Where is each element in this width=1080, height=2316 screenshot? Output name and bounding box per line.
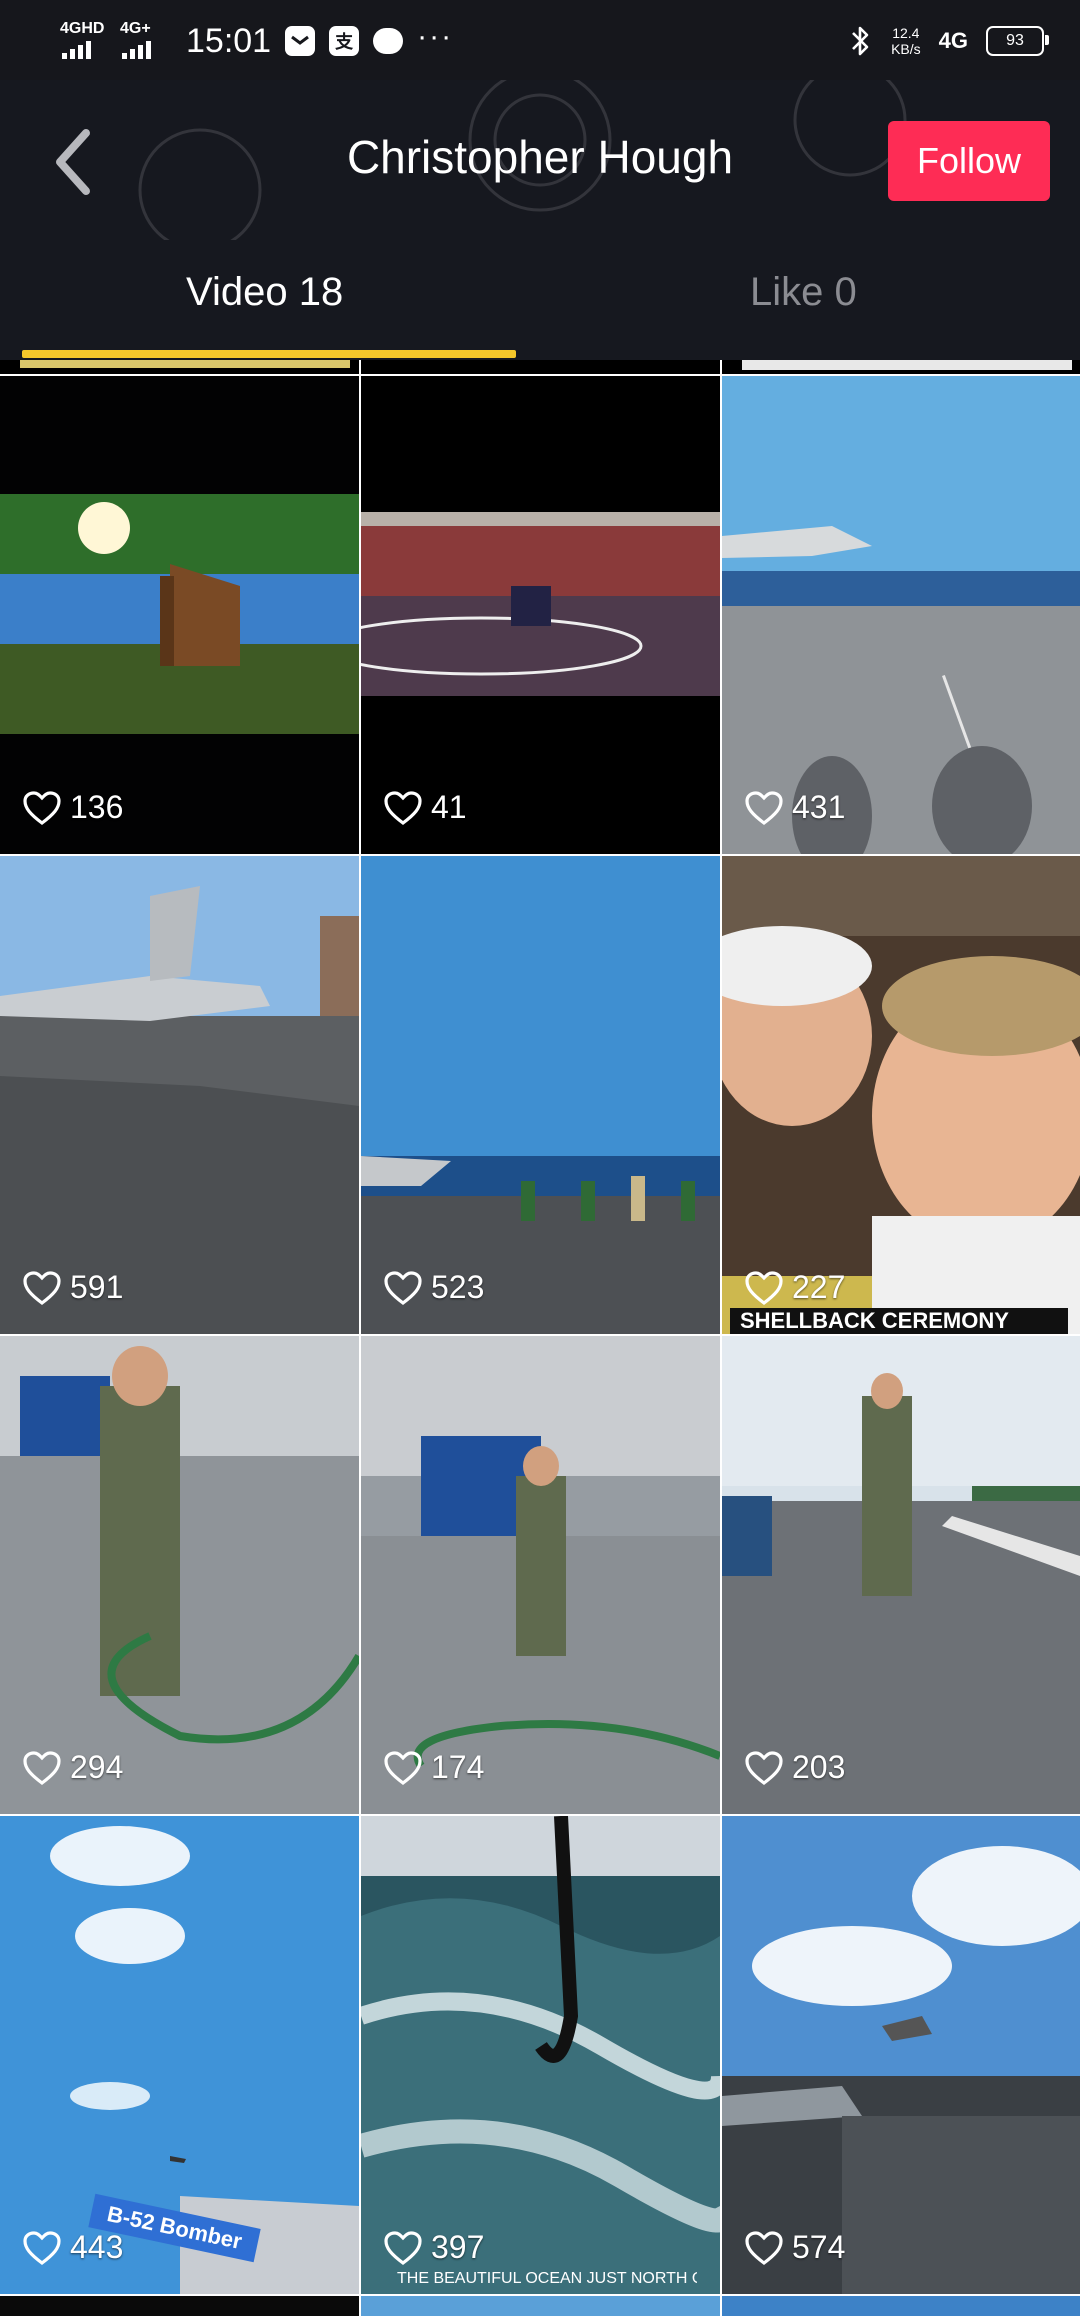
data-signal-icon: 4G: [938, 28, 968, 53]
thumbnail-fragment: [742, 360, 1072, 370]
video-thumbnail[interactable]: 397 THE BEAUTIFUL OCEAN JUST NORTH OF: [361, 1816, 720, 2294]
video-thumbnail-image: [0, 856, 359, 1334]
video-thumbnail[interactable]: 574: [722, 1816, 1080, 2294]
like-count: 41: [383, 789, 467, 826]
video-thumbnail-image: [0, 1336, 359, 1814]
chat-bubble-icon: [373, 28, 404, 54]
video-thumbnail-image: [722, 1816, 1080, 2294]
heart-icon: [23, 1270, 61, 1305]
like-count: 397: [383, 2229, 484, 2266]
tab-videos[interactable]: Video 18: [186, 270, 343, 315]
more-notifications-icon: ···: [417, 20, 454, 53]
video-thumbnail[interactable]: 203: [722, 1336, 1080, 1814]
bluetooth-icon: [852, 26, 869, 56]
notification-app-icon: [285, 26, 316, 56]
follow-button[interactable]: Follow: [888, 121, 1050, 201]
like-count: 591: [22, 1269, 123, 1306]
like-count: 294: [22, 1749, 123, 1786]
tab-indicator: [22, 350, 516, 358]
video-thumbnail-image: [722, 856, 1080, 1334]
video-thumbnail[interactable]: 136: [0, 376, 359, 854]
heart-icon: [384, 790, 422, 825]
like-count: 174: [383, 1749, 484, 1786]
heart-icon: [23, 1750, 61, 1785]
video-thumbnail[interactable]: 227 SHELLBACK CEREMONY: [722, 856, 1080, 1334]
signal-icon: 4G+: [120, 21, 166, 61]
alipay-icon: 支: [329, 26, 360, 56]
like-count: 136: [22, 789, 123, 826]
heart-icon: [384, 1270, 422, 1305]
video-thumbnail-partial[interactable]: [722, 2296, 1080, 2316]
heart-icon: [384, 2230, 422, 2265]
heart-icon: [23, 790, 61, 825]
like-count: 574: [744, 2229, 845, 2266]
heart-icon: [384, 1750, 422, 1785]
network-speed: 12.4 KB/s: [891, 25, 921, 57]
video-thumbnail[interactable]: 174: [361, 1336, 720, 1814]
video-thumbnail[interactable]: B-52 Bomber 443: [0, 1816, 359, 2294]
like-count: 523: [383, 1269, 484, 1306]
video-thumbnail[interactable]: 523: [361, 856, 720, 1334]
header: Christopher Hough Follow: [0, 80, 1080, 240]
battery-icon: 93: [986, 26, 1049, 56]
like-count: 203: [744, 1749, 845, 1786]
video-thumbnail[interactable]: 431: [722, 376, 1080, 854]
like-count: 443: [22, 2229, 123, 2266]
video-thumbnail[interactable]: 294: [0, 1336, 359, 1814]
video-caption: SHELLBACK CEREMONY: [730, 1308, 1068, 1334]
heart-icon: [745, 1270, 783, 1305]
heart-icon: [745, 790, 783, 825]
heart-icon: [23, 2230, 61, 2265]
heart-icon: [745, 1750, 783, 1785]
video-caption: THE BEAUTIFUL OCEAN JUST NORTH OF: [397, 2270, 697, 2287]
signal-icon: 4GHD: [60, 21, 106, 61]
tab-bar: Video 18 Like 0: [0, 240, 1080, 360]
video-thumbnail-partial[interactable]: [722, 360, 1080, 374]
video-thumbnail[interactable]: 41: [361, 376, 720, 854]
video-thumbnail[interactable]: 591: [0, 856, 359, 1334]
video-thumbnail-image: [361, 1816, 720, 2294]
video-thumbnail-partial[interactable]: [0, 360, 359, 374]
video-grid: 136 41 431 591 523 227 SHELLBACK CEREMON…: [0, 360, 1080, 2316]
video-thumbnail-partial[interactable]: [0, 2296, 359, 2316]
video-thumbnail-image: [722, 1336, 1080, 1814]
heart-icon: [745, 2230, 783, 2265]
like-count: 227: [744, 1269, 845, 1306]
clock: 15:01: [186, 21, 272, 60]
video-thumbnail-partial[interactable]: [361, 2296, 720, 2316]
video-thumbnail-partial[interactable]: [361, 360, 720, 374]
like-count: 431: [744, 789, 845, 826]
thumbnail-fragment: [20, 360, 350, 368]
video-thumbnail-image: [0, 376, 359, 854]
tab-likes[interactable]: Like 0: [750, 270, 857, 315]
video-thumbnail-image: [361, 1336, 720, 1814]
video-thumbnail-image: [361, 856, 720, 1334]
status-bar: 4GHD 4G+ 15:01 支 ··· 12.4 KB/s 4G 93: [0, 0, 1080, 80]
video-thumbnail-image: [722, 376, 1080, 854]
video-thumbnail-image: [361, 376, 720, 854]
